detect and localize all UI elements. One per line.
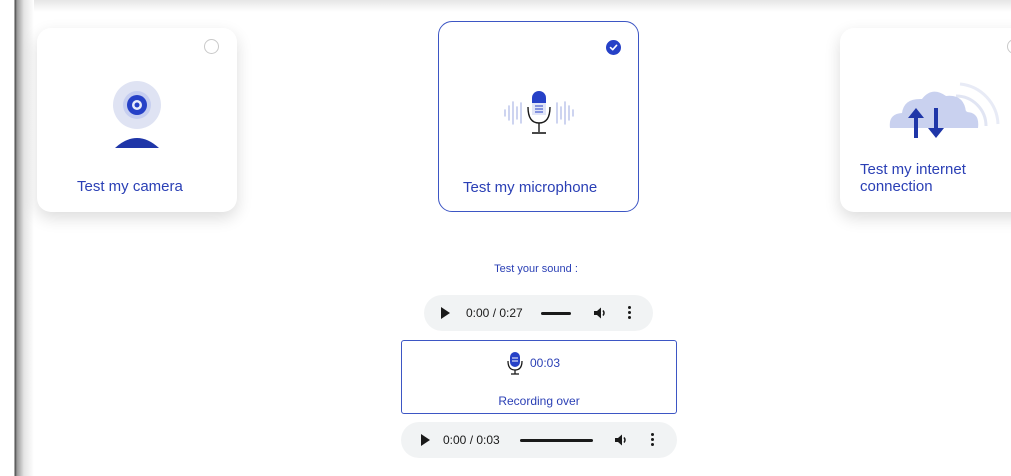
cloud-transfer-icon	[889, 82, 1000, 138]
more-vertical-icon[interactable]	[628, 306, 632, 320]
internet-card-label-line2: connection	[860, 178, 933, 195]
window-top-edge	[0, 0, 1011, 12]
sample-audio-player[interactable]: 0:00 / 0:27	[424, 295, 653, 331]
recording-audio-time: 0:00 / 0:03	[443, 433, 500, 447]
microphone-test-card[interactable]: Test my microphone	[438, 21, 639, 212]
recording-audio-player[interactable]: 0:00 / 0:03	[401, 422, 677, 458]
recording-panel: 00:03 Recording over	[401, 340, 677, 414]
microphone-card-label: Test my microphone	[463, 179, 598, 196]
recording-audio-progress[interactable]	[520, 439, 593, 442]
microphone-card-radio[interactable]	[606, 40, 621, 55]
camera-card-label: Test my camera	[77, 178, 183, 195]
more-vertical-icon[interactable]	[651, 433, 655, 447]
volume-icon[interactable]	[592, 305, 608, 321]
recording-timer: 00:03	[530, 356, 561, 370]
play-icon[interactable]	[441, 307, 450, 319]
internet-card-radio[interactable]	[1007, 39, 1011, 54]
test-sound-title: Test your sound :	[494, 263, 578, 275]
webcam-icon	[113, 81, 161, 148]
recording-status: Recording over	[498, 394, 580, 408]
microphone-icon	[507, 352, 523, 375]
camera-card-radio[interactable]	[204, 39, 219, 54]
sample-audio-progress[interactable]	[541, 312, 571, 315]
internet-test-card[interactable]: Test my internet connection	[840, 28, 1011, 212]
camera-test-card[interactable]: Test my camera	[37, 28, 237, 212]
internet-card-label-line1: Test my internet	[860, 161, 966, 178]
window-left-edge	[0, 0, 34, 476]
microphone-icon	[504, 91, 574, 134]
sample-audio-time: 0:00 / 0:27	[466, 306, 523, 320]
volume-icon[interactable]	[613, 432, 629, 448]
play-icon[interactable]	[421, 434, 430, 446]
check-icon	[609, 44, 618, 51]
